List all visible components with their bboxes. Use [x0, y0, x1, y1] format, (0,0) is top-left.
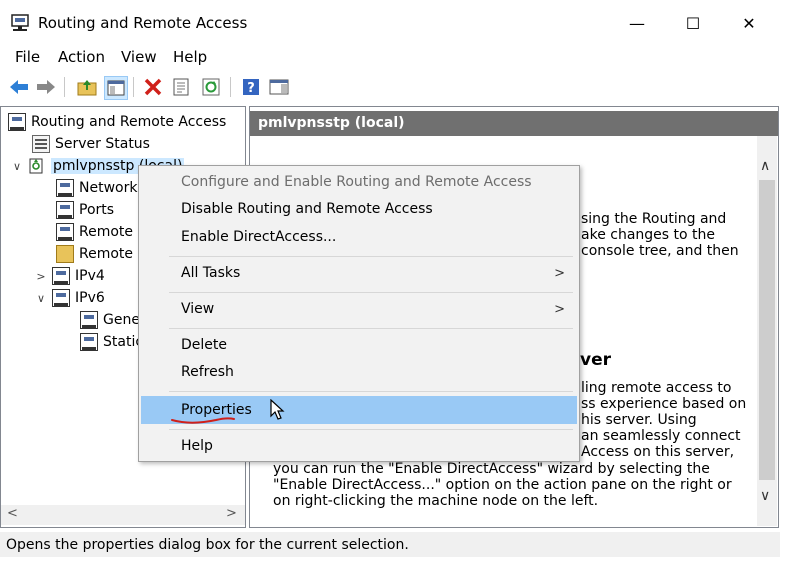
scroll-right-icon[interactable]: >: [226, 506, 237, 521]
scroll-left-icon[interactable]: <: [7, 506, 18, 521]
network-icon: [56, 179, 74, 197]
details-header-title: pmlvpnsstp (local): [258, 115, 405, 131]
menu-item-all-tasks[interactable]: All Tasks >: [141, 261, 577, 285]
close-button[interactable]: ✕: [726, 8, 772, 38]
menu-bar: [0, 45, 780, 71]
directaccess-line-7: "Enable DirectAccess..." option on the a…: [273, 477, 732, 493]
ipv6-icon: [52, 289, 70, 307]
tree-root[interactable]: Routing and Remote Access: [8, 111, 244, 133]
menu-action[interactable]: Action: [58, 48, 105, 66]
tree-root-label: Routing and Remote Access: [31, 114, 227, 130]
chevron-right-icon[interactable]: >: [34, 270, 48, 283]
menu-item-configure-enable: Configure and Enable Routing and Remote …: [181, 174, 532, 190]
tree-item-label: Remote: [79, 246, 134, 262]
menu-separator: [169, 292, 573, 293]
menu-separator: [169, 328, 573, 329]
menu-separator: [169, 391, 573, 392]
tree-item-label: IPv4: [75, 268, 105, 284]
menu-item-enable-directaccess[interactable]: Enable DirectAccess...: [141, 225, 577, 249]
back-icon[interactable]: [8, 76, 30, 98]
app-icon: [10, 13, 30, 33]
up-folder-icon[interactable]: [76, 76, 98, 98]
menu-item-delete[interactable]: Delete: [141, 333, 577, 357]
maximize-icon: ☐: [685, 13, 701, 33]
tree-item-label: Remote: [79, 224, 134, 240]
tree-item-label: IPv6: [75, 290, 105, 306]
directaccess-line-6: you can run the "Enable DirectAccess" wi…: [273, 461, 710, 477]
chevron-down-icon[interactable]: ∨: [34, 292, 48, 305]
minimize-icon: —: [629, 13, 645, 33]
ports-icon: [56, 201, 74, 219]
section-heading: ver: [580, 350, 611, 370]
tree-item-label: Server Status: [55, 136, 150, 152]
delete-icon[interactable]: [142, 76, 164, 98]
server-icon: [8, 113, 26, 131]
background-window-edge: [780, 0, 792, 567]
scroll-up-icon[interactable]: ∧: [760, 158, 770, 174]
folder-icon: [56, 245, 74, 263]
status-text: Opens the properties dialog box for the …: [6, 537, 409, 553]
directaccess-line-5: Access on this server,: [581, 444, 735, 460]
menu-item-refresh[interactable]: Refresh: [141, 360, 577, 384]
directaccess-line-4: an seamlessly connect: [581, 428, 741, 444]
refresh-icon[interactable]: [200, 76, 222, 98]
status-bar: Opens the properties dialog box for the …: [0, 532, 780, 557]
static-routes-icon: [80, 333, 98, 351]
window-title: Routing and Remote Access: [38, 14, 248, 32]
directaccess-line-8: on right-clicking the machine node on th…: [273, 493, 599, 509]
minimize-button[interactable]: —: [614, 8, 660, 38]
menu-item-disable-routing[interactable]: Disable Routing and Remote Access: [141, 197, 577, 221]
menu-item-view[interactable]: View >: [141, 297, 577, 321]
tree-item-label: Ports: [79, 202, 115, 218]
tree-item-label: Network: [79, 180, 138, 196]
remote-clients-icon: [56, 223, 74, 241]
scroll-down-icon[interactable]: ∨: [760, 488, 770, 504]
maximize-button[interactable]: ☐: [670, 8, 716, 38]
menu-file[interactable]: File: [15, 48, 40, 66]
svg-text:?: ?: [247, 81, 255, 96]
toolbar-separator: [230, 77, 231, 97]
chevron-down-icon[interactable]: ∨: [10, 160, 24, 173]
general-icon: [80, 311, 98, 329]
submenu-arrow-icon: >: [554, 301, 565, 317]
submenu-arrow-icon: >: [554, 265, 565, 281]
toolbar-separator: [64, 77, 65, 97]
tree-item-label: Gene: [103, 312, 140, 328]
red-underline-annotation: [171, 417, 235, 424]
details-header: pmlvpnsstp (local): [250, 111, 778, 136]
properties-icon[interactable]: [170, 76, 192, 98]
menu-separator: [169, 256, 573, 257]
mouse-cursor-icon: [270, 399, 285, 420]
directaccess-line-1: ling remote access to: [581, 380, 732, 396]
menu-help[interactable]: Help: [173, 48, 207, 66]
console-icon[interactable]: [268, 76, 290, 98]
overview-line-1: sing the Routing and: [581, 211, 727, 227]
overview-line-2: ake changes to the: [581, 227, 715, 243]
ipv4-icon: [52, 267, 70, 285]
tree-horizontal-scrollbar[interactable]: < >: [1, 505, 245, 525]
menu-separator: [169, 429, 573, 430]
scroll-thumb[interactable]: [759, 180, 775, 480]
directaccess-line-3: his server. Using: [581, 412, 697, 428]
tree-item-server-status[interactable]: Server Status: [8, 133, 244, 155]
menu-item-help[interactable]: Help: [141, 434, 577, 458]
help-icon[interactable]: ?: [240, 76, 262, 98]
menu-view[interactable]: View: [121, 48, 157, 66]
server-status-icon: [32, 135, 50, 153]
server-node-icon: [28, 157, 46, 175]
directaccess-line-2: ss experience based on: [581, 396, 747, 412]
overview-line-3: console tree, and then: [581, 243, 739, 259]
toolbar-separator: [133, 77, 134, 97]
forward-icon[interactable]: [35, 76, 57, 98]
show-hide-tree-icon[interactable]: [104, 76, 128, 100]
close-icon: ✕: [742, 13, 756, 33]
